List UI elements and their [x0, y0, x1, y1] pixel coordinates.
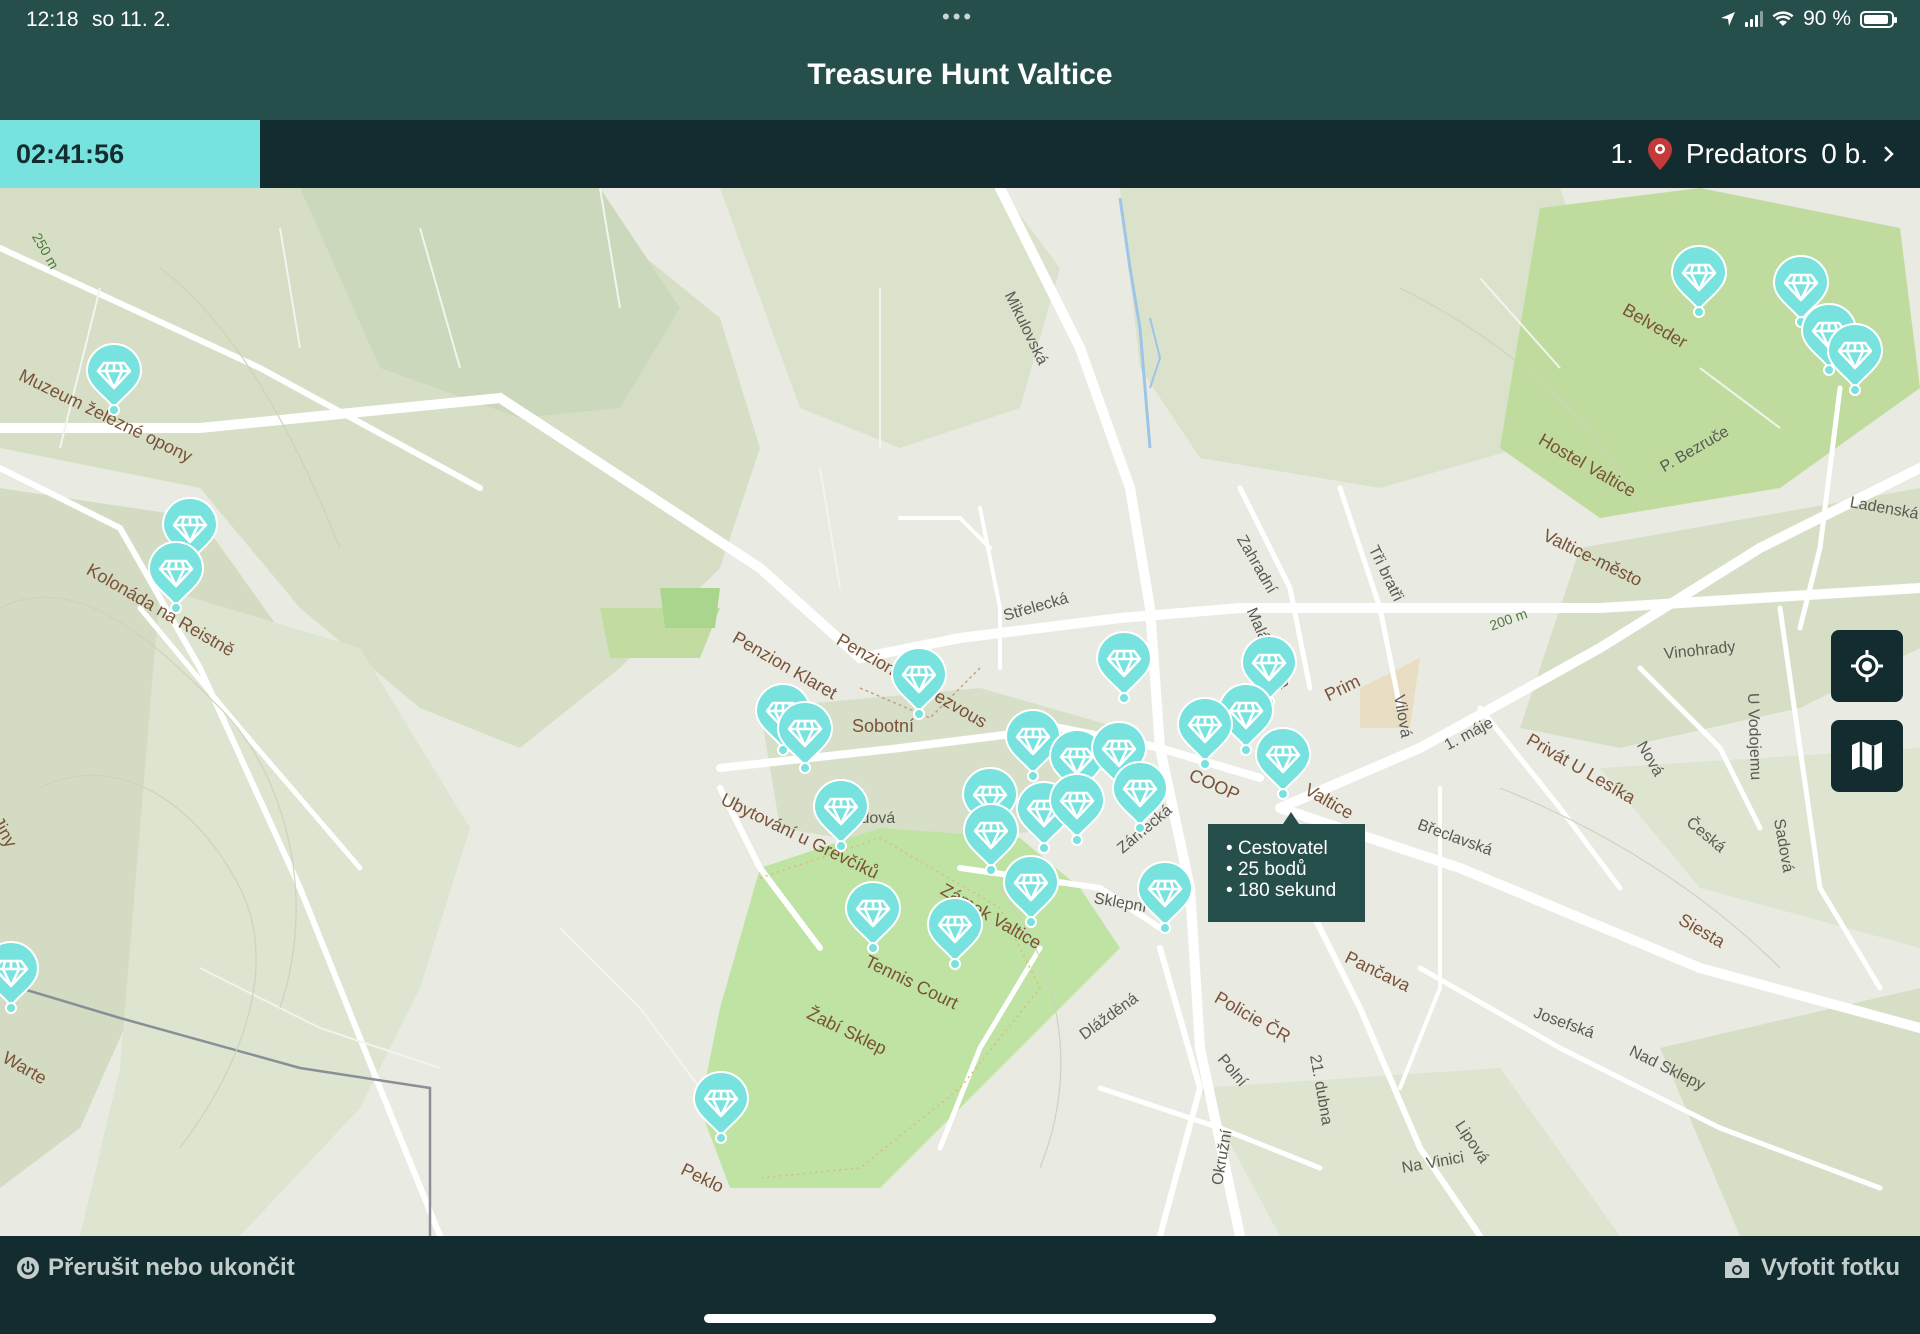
treasure-marker-diamond-icon[interactable]: [1136, 860, 1194, 936]
team-ranking-button[interactable]: 1. Predators 0 b.: [1611, 120, 1896, 188]
map-layers-icon: [1852, 741, 1882, 771]
treasure-marker-diamond-icon[interactable]: [1111, 760, 1169, 836]
camera-icon: [1724, 1258, 1749, 1278]
page-title: Treasure Hunt Valtice: [807, 58, 1113, 91]
photo-label: Vyfotit fotku: [1760, 1254, 1900, 1281]
status-date: so 11. 2.: [92, 8, 171, 31]
team-points: 0 b.: [1821, 138, 1868, 169]
treasure-marker-diamond-icon[interactable]: [1254, 726, 1312, 802]
interrupt-label: Přerušit nebo ukončit: [48, 1254, 295, 1281]
locate-me-button[interactable]: [1831, 630, 1903, 702]
locate-me-icon: [1851, 650, 1883, 682]
app-header: Treasure Hunt Valtice: [0, 40, 1920, 120]
treasure-marker-diamond-icon[interactable]: [812, 778, 870, 854]
treasure-marker-diamond-icon[interactable]: [692, 1070, 750, 1146]
wifi-icon: [1772, 11, 1794, 26]
team-rank: 1.: [1610, 138, 1634, 169]
treasure-marker-diamond-icon[interactable]: [1826, 322, 1884, 398]
multitasking-dots[interactable]: •••: [942, 4, 974, 30]
treasure-marker-diamond-icon[interactable]: [1095, 630, 1153, 706]
interrupt-or-end-button[interactable]: Přerušit nebo ukončit: [16, 1254, 295, 1282]
status-time: 12:18: [26, 8, 79, 31]
team-name: Predators: [1685, 138, 1808, 169]
signal-icon: [1745, 11, 1764, 27]
game-info-bar: 02:41:56 1. Predators 0 b.: [0, 120, 1920, 188]
treasure-marker-diamond-icon[interactable]: [926, 896, 984, 972]
treasure-marker-diamond-icon[interactable]: [1002, 854, 1060, 930]
treasure-marker-diamond-icon[interactable]: [776, 700, 834, 776]
battery-icon: [1860, 10, 1897, 28]
treasure-marker-diamond-icon[interactable]: [844, 880, 902, 956]
treasure-marker-diamond-icon[interactable]: [1048, 772, 1106, 848]
tooltip-line: Cestovatel: [1226, 838, 1365, 859]
take-photo-button[interactable]: Vyfotit fotku: [1723, 1254, 1900, 1282]
map-pin-icon: [1647, 138, 1672, 170]
treasure-marker-diamond-icon[interactable]: [1670, 244, 1728, 320]
status-bar: 12:18 so 11. 2. ••• 90 %: [0, 0, 1920, 40]
chevron-right-icon: [1884, 146, 1894, 162]
treasure-marker-diamond-icon[interactable]: [147, 540, 205, 616]
map-view[interactable]: Muzeum železné opony Kolonáda na Reistně…: [0, 188, 1920, 1236]
power-icon: [17, 1257, 39, 1279]
treasure-marker-diamond-icon[interactable]: [0, 940, 40, 1016]
treasure-info-tooltip: Cestovatel 25 bodů 180 sekund: [1208, 812, 1365, 922]
bottom-toolbar: Přerušit nebo ukončit Vyfotit fotku: [0, 1236, 1920, 1334]
countdown-timer: 02:41:56: [0, 120, 260, 188]
tooltip-line: 180 sekund: [1226, 880, 1365, 901]
home-indicator[interactable]: [704, 1314, 1216, 1323]
map-layers-button[interactable]: [1831, 720, 1903, 792]
location-arrow-icon: [1721, 12, 1736, 26]
treasure-marker-diamond-icon[interactable]: [1176, 696, 1234, 772]
battery-percent: 90 %: [1803, 7, 1851, 30]
treasure-marker-diamond-icon[interactable]: [890, 646, 948, 722]
map-label: U Vodojemu: [1744, 692, 1765, 781]
tooltip-line: 25 bodů: [1226, 859, 1365, 880]
treasure-marker-diamond-icon[interactable]: [85, 342, 143, 418]
